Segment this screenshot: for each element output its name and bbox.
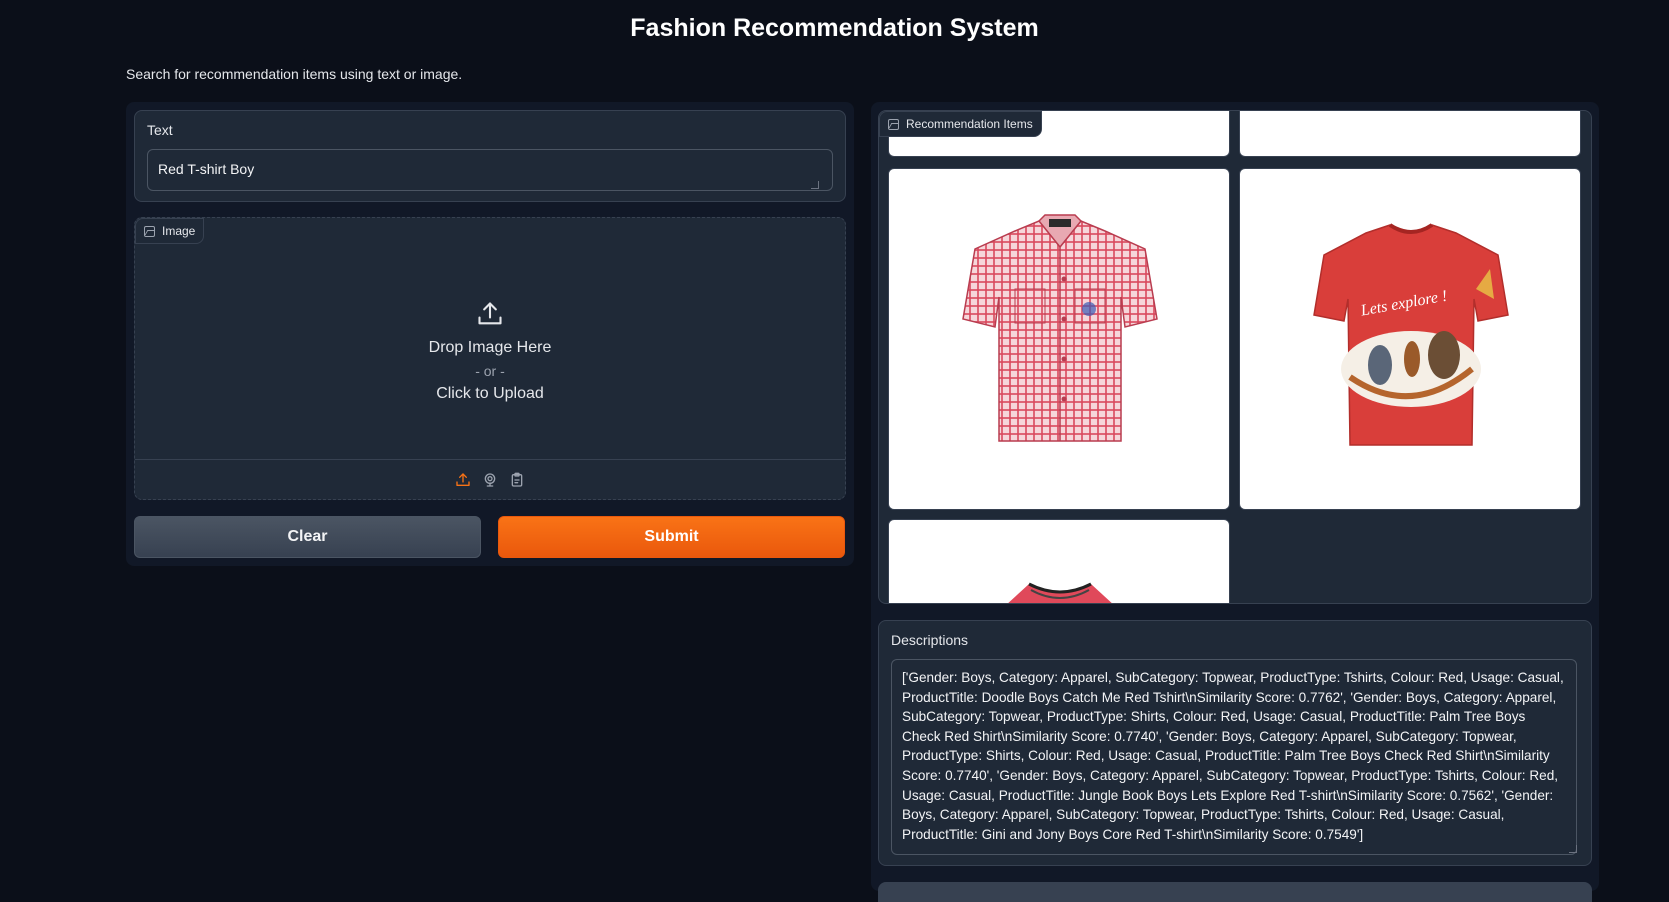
descriptions-label: Descriptions <box>891 632 969 648</box>
input-panel: Text Red T-shirt Boy Image Drop Image He… <box>126 102 854 566</box>
check-shirt-image <box>962 214 1158 442</box>
descriptions-block: Descriptions ['Gender: Boys, Category: A… <box>878 620 1592 866</box>
gallery-label: Recommendation Items <box>906 117 1033 131</box>
gallery-item[interactable] <box>1239 111 1581 157</box>
image-upload-block: Image Drop Image Here - or - Click to Up… <box>134 217 846 500</box>
recommendation-gallery[interactable]: Recommendation Items Lets explore ! <box>878 110 1592 604</box>
image-icon <box>888 118 899 130</box>
upload-icon <box>456 472 470 486</box>
gallery-item[interactable] <box>888 519 1230 603</box>
descriptions-textbox[interactable]: ['Gender: Boys, Category: Apparel, SubCa… <box>891 659 1577 855</box>
upload-source-button[interactable] <box>455 471 472 488</box>
clipboard-icon <box>511 472 523 487</box>
click-to-upload-text: Click to Upload <box>436 385 544 402</box>
clipboard-source-button[interactable] <box>509 471 526 488</box>
output-panel: Recommendation Items Lets explore ! Desc… <box>871 102 1599 902</box>
clear-button[interactable]: Clear <box>134 516 481 558</box>
image-drop-zone[interactable]: Drop Image Here - or - Click to Upload <box>135 218 845 458</box>
text-input[interactable]: Red T-shirt Boy <box>147 149 833 191</box>
page-title: Fashion Recommendation System <box>630 14 1039 42</box>
page-subtitle: Search for recommendation items using te… <box>126 66 463 82</box>
resize-handle-icon[interactable] <box>1569 845 1577 853</box>
gallery-label-tag: Recommendation Items <box>879 111 1042 137</box>
text-label: Text <box>147 122 173 138</box>
or-text: - or - <box>475 363 505 379</box>
image-source-toolbar <box>135 459 845 499</box>
drop-text: Drop Image Here <box>428 339 552 356</box>
next-block-edge <box>878 882 1592 902</box>
webcam-icon <box>484 472 496 487</box>
resize-handle-icon[interactable] <box>811 181 819 189</box>
gallery-item[interactable]: Lets explore ! <box>1239 168 1581 510</box>
red-tshirt-image <box>1008 582 1112 603</box>
webcam-source-button[interactable] <box>482 471 499 488</box>
submit-button[interactable]: Submit <box>498 516 845 558</box>
jungle-book-tshirt-image: Lets explore ! <box>1313 223 1509 446</box>
upload-icon <box>478 302 502 325</box>
text-block: Text Red T-shirt Boy <box>134 110 846 202</box>
gallery-item[interactable] <box>888 168 1230 510</box>
